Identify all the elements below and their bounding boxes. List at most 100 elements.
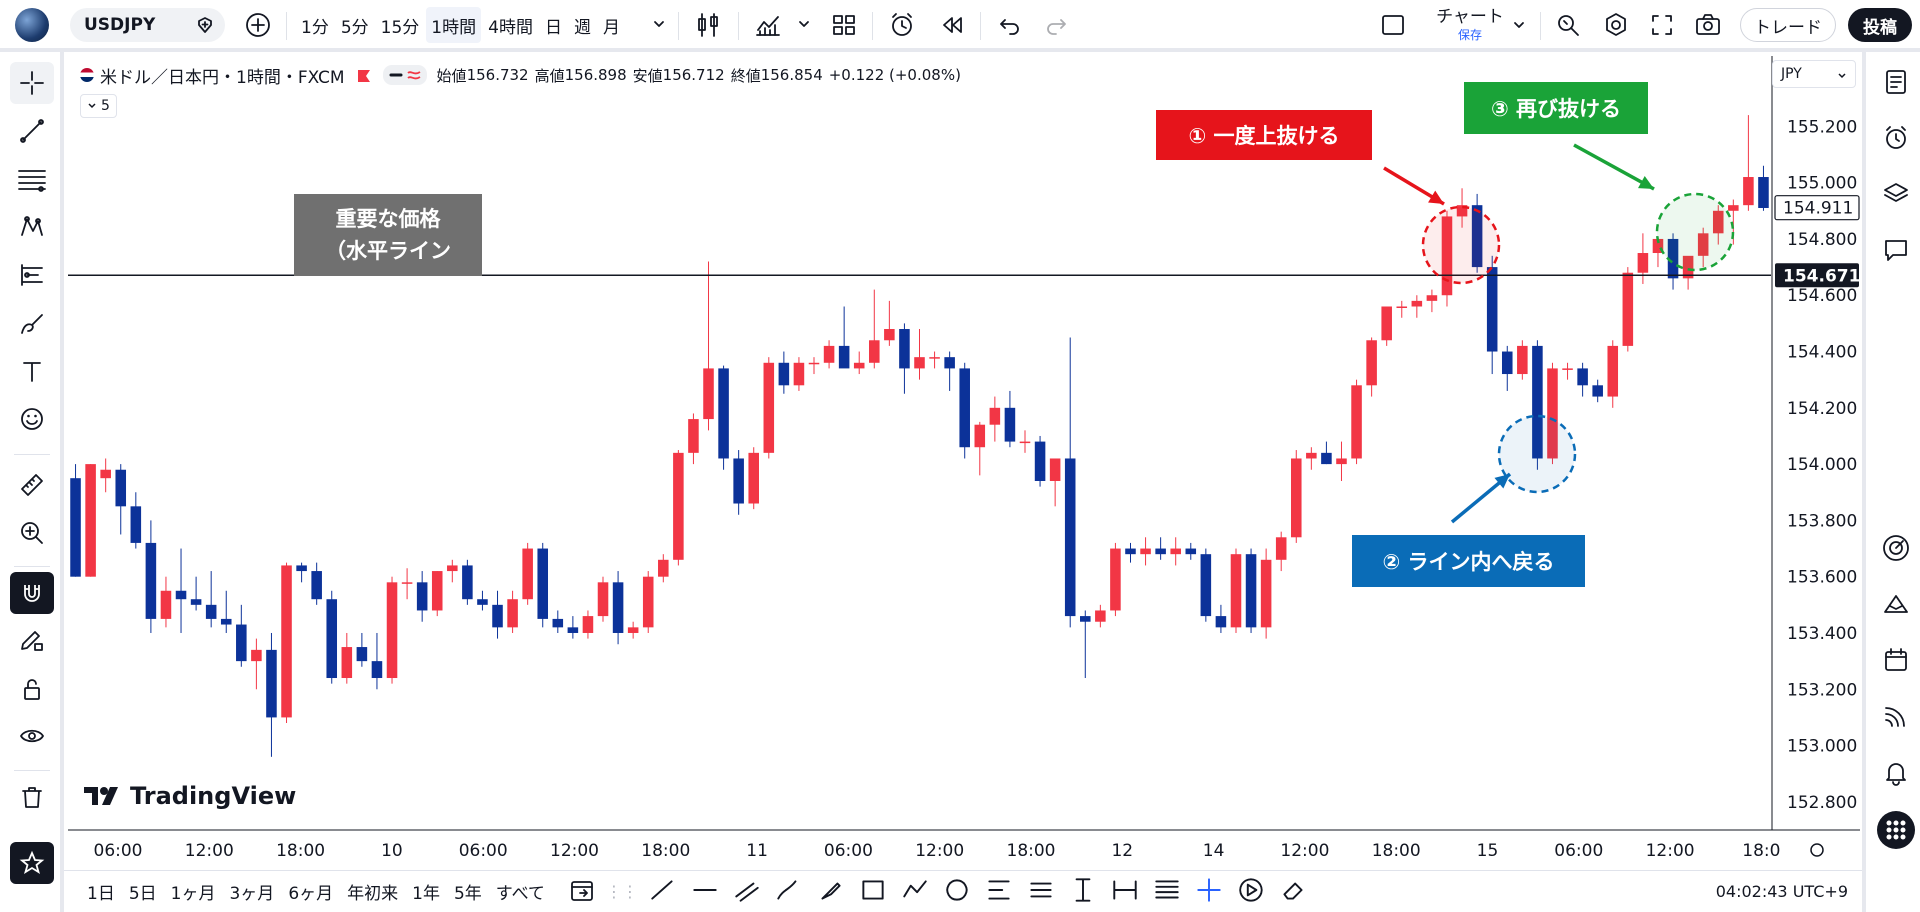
clock-display[interactable]: 04:02:43 UTC+9 <box>1716 882 1848 901</box>
fib-retracement-icon[interactable] <box>1152 875 1182 909</box>
interval-button-4[interactable]: 4時間 <box>483 7 538 43</box>
brush-tool[interactable] <box>10 302 54 344</box>
magnet-tool[interactable] <box>10 572 54 614</box>
text-tool[interactable] <box>10 350 54 392</box>
range-button-6[interactable]: 1年 <box>405 879 447 904</box>
circle-tool-icon[interactable] <box>942 875 972 909</box>
tradingview-watermark[interactable]: TradingView <box>84 782 296 810</box>
replay-icon[interactable] <box>938 11 966 43</box>
range-button-7[interactable]: 5年 <box>447 879 489 904</box>
range-button-8[interactable]: すべて <box>489 879 552 904</box>
fib-tool[interactable] <box>10 158 54 200</box>
range-button-4[interactable]: 6ヶ月 <box>281 879 340 904</box>
flag-marker-icon[interactable] <box>357 68 371 82</box>
legend-title[interactable]: 米ドル／日本円・1時間・FXCM <box>100 63 345 88</box>
crosshair-tool[interactable] <box>10 62 54 104</box>
forecast-tool[interactable] <box>10 254 54 296</box>
indicators-dropdown-icon[interactable] <box>797 16 811 35</box>
notifications-button[interactable] <box>1874 750 1918 794</box>
publish-button[interactable]: 投稿 <box>1848 8 1912 42</box>
ruler-tool[interactable] <box>10 464 54 506</box>
data-window-button[interactable] <box>1874 172 1918 216</box>
candle-body <box>70 478 81 577</box>
range-button-0[interactable]: 1日 <box>80 879 122 904</box>
chats-button[interactable] <box>1874 228 1918 272</box>
fullscreen-icon[interactable] <box>1648 11 1676 43</box>
symbol-search[interactable]: USDJPY <box>70 8 225 42</box>
favorites-tool[interactable] <box>10 842 54 884</box>
interval-dropdown-icon[interactable] <box>652 16 666 35</box>
news-stream-button[interactable] <box>1874 694 1918 738</box>
candle-body <box>1396 306 1408 308</box>
drawing-toolbar <box>0 52 64 912</box>
highlighter-icon[interactable] <box>816 875 846 909</box>
trend-line-tool[interactable] <box>10 110 54 152</box>
undo-icon[interactable] <box>996 11 1024 43</box>
play-forward-icon[interactable] <box>1236 875 1266 909</box>
apps-button[interactable] <box>1874 808 1918 852</box>
candles-icon[interactable] <box>694 11 722 43</box>
user-avatar[interactable] <box>15 8 49 42</box>
indicators-icon[interactable] <box>754 11 782 43</box>
lock-tool[interactable] <box>10 668 54 710</box>
draw-lock-tool[interactable] <box>10 620 54 662</box>
quick-search-icon[interactable] <box>1554 11 1582 43</box>
drag-handle-icon[interactable]: ⋮⋮ <box>606 882 638 901</box>
ideas-button[interactable] <box>1874 582 1918 626</box>
pattern-tool[interactable] <box>10 206 54 248</box>
range-button-1[interactable]: 5日 <box>122 879 164 904</box>
path-tool-icon[interactable] <box>900 875 930 909</box>
range-button-5[interactable]: 年初来 <box>340 879 405 904</box>
chart-mode-toggle[interactable] <box>382 65 427 85</box>
screener-button[interactable] <box>1874 526 1918 570</box>
interval-button-3[interactable]: 1時間 <box>426 7 482 43</box>
candle-body <box>175 590 187 600</box>
price-range-icon[interactable] <box>1110 875 1140 909</box>
parallel-channel-icon[interactable] <box>732 875 762 909</box>
add-compare-icon[interactable] <box>195 15 215 39</box>
candle-body <box>1728 205 1739 211</box>
emoji-tool[interactable] <box>10 398 54 440</box>
range-button-2[interactable]: 1ヶ月 <box>164 879 223 904</box>
cursor-cross-icon[interactable] <box>1194 875 1224 909</box>
brush-small-icon[interactable] <box>774 875 804 909</box>
calendar-button[interactable] <box>1874 638 1918 682</box>
layout-grid-icon[interactable] <box>830 11 858 43</box>
interval-button-5[interactable]: 日 <box>540 7 567 43</box>
watchlist-button[interactable] <box>1874 60 1918 104</box>
trend-tool-icon[interactable] <box>648 875 678 909</box>
range-button-3[interactable]: 3ヶ月 <box>222 879 281 904</box>
candle-body <box>748 452 759 504</box>
interval-button-2[interactable]: 15分 <box>376 7 425 43</box>
currency-select[interactable]: JPY <box>1772 60 1856 88</box>
visibility-tool[interactable] <box>10 716 54 758</box>
interval-button-1[interactable]: 5分 <box>336 7 374 43</box>
broadcast-icon <box>1885 707 1905 727</box>
alert-clock-icon[interactable] <box>888 11 916 43</box>
step2-label: ② ライン内へ戻る <box>1352 535 1585 587</box>
trade-button[interactable]: トレード <box>1740 8 1836 42</box>
price-chart[interactable]: 155.200 155.000 154.800 154.600 154.400 154.2… <box>68 56 1860 870</box>
chart-layout-dropdown-icon[interactable] <box>1512 17 1526 36</box>
short-position-icon[interactable] <box>1026 875 1056 909</box>
date-range-icon[interactable] <box>1068 875 1098 909</box>
redo-icon[interactable] <box>1042 11 1070 43</box>
rectangle-tool-icon[interactable] <box>858 875 888 909</box>
zoom-tool[interactable] <box>10 512 54 554</box>
step3-circle <box>1655 192 1735 272</box>
remove-drawings-tool[interactable] <box>10 776 54 818</box>
horizontal-ray-icon[interactable] <box>690 875 720 909</box>
chart-layout-icon[interactable] <box>1380 12 1406 42</box>
goto-date-icon[interactable] <box>568 876 596 908</box>
settings-icon[interactable] <box>1602 11 1630 43</box>
add-symbol-icon[interactable] <box>244 11 272 43</box>
interval-button-6[interactable]: 週 <box>569 7 596 43</box>
long-position-icon[interactable] <box>984 875 1014 909</box>
interval-button-7[interactable]: 月 <box>598 7 625 43</box>
interval-button-0[interactable]: 1分 <box>296 7 334 43</box>
alerts-button[interactable] <box>1874 116 1918 160</box>
indicator-collapse-button[interactable]: 5 <box>80 94 117 118</box>
chart-layout-button[interactable]: チャート 保存 <box>1420 6 1520 46</box>
snapshot-camera-icon[interactable] <box>1694 11 1722 43</box>
eraser-icon[interactable] <box>1278 875 1308 909</box>
